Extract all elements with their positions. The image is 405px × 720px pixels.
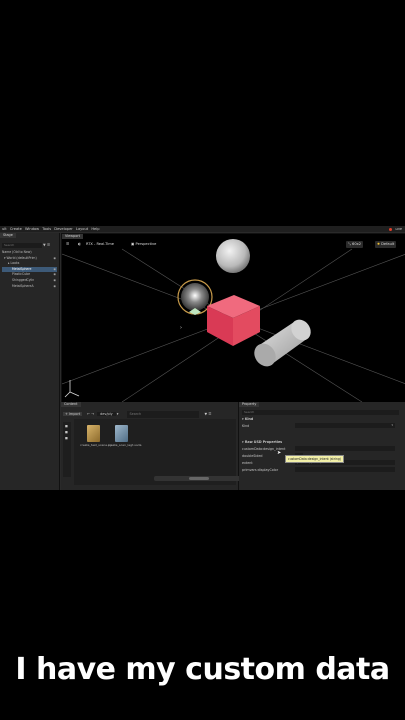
file-name: create_test_scene.py xyxy=(80,443,112,447)
content-sidebar: ■ ■ ■ xyxy=(63,422,71,477)
menu-icon[interactable]: ☰ xyxy=(208,412,211,416)
forward-icon[interactable]: → xyxy=(91,412,94,416)
stage-panel: Stage Search ▼ ☰ Name (Old to New) ▾ Wor… xyxy=(0,233,60,490)
eye-icon[interactable]: ◉ xyxy=(53,284,56,290)
sphere-object[interactable] xyxy=(216,239,250,273)
stage-filter-tools[interactable]: ▼ ☰ xyxy=(43,243,57,248)
menu-item-layout[interactable]: Layout xyxy=(76,227,88,231)
menu-item-create[interactable]: Create xyxy=(10,227,22,231)
cube-object[interactable] xyxy=(207,295,260,346)
path-field[interactable]: dev/ply xyxy=(97,412,116,416)
menu-item-ult[interactable]: ult xyxy=(2,227,7,231)
kind-label: Kind xyxy=(242,424,250,428)
tab-property[interactable]: Property xyxy=(239,402,260,407)
property-search-input[interactable]: Search xyxy=(242,410,399,415)
menu-item-tools[interactable]: Tools xyxy=(42,227,51,231)
filter-icon[interactable]: ▼ xyxy=(205,412,208,416)
tree-item-label: MetalSphere xyxy=(12,266,32,271)
custom-data-field[interactable] xyxy=(295,446,395,451)
property-label-double-sided: doubleSided xyxy=(242,454,263,458)
tree-item-label: PlasticCube xyxy=(12,272,30,277)
viewport-panel[interactable]: Viewport ☰ ◐ RTX - Real-Time ▣ Perspecti… xyxy=(61,233,405,403)
menu-bar: ult Create Window Tools Developer Layout… xyxy=(0,226,405,232)
kind-section-header[interactable]: ▾ Kind xyxy=(242,416,253,422)
import-label: Import xyxy=(68,412,81,416)
video-caption: I have my custom data xyxy=(15,652,390,687)
content-file-grid: create_test_scene.py create_scen_legt.us… xyxy=(74,419,244,485)
property-label-extent: extent xyxy=(242,461,253,465)
file-item-py[interactable]: create_test_scene.py xyxy=(80,425,112,448)
kind-section-label: Kind xyxy=(244,417,254,421)
sidebar-icon[interactable]: ■ xyxy=(65,424,69,428)
content-search-input[interactable]: Search xyxy=(127,411,200,418)
mouse-cursor-icon: ➤ xyxy=(277,450,282,456)
tree-header-label: Name (Old to New) xyxy=(2,250,32,254)
file-item-usd[interactable]: create_scen_legt.usda xyxy=(108,425,142,448)
menu-item-help[interactable]: Help xyxy=(91,227,99,231)
tab-content[interactable]: Content xyxy=(61,402,81,407)
tree-item-metalsphere-a[interactable]: MetalSphereA ◉ xyxy=(2,284,57,290)
live-label: LIVE xyxy=(395,227,402,231)
back-icon[interactable]: ← xyxy=(87,412,90,416)
chevron-down-icon: ▾ xyxy=(391,423,393,427)
file-name: create_scen_legt.usda xyxy=(108,443,142,447)
menu-item-window[interactable]: Window xyxy=(25,227,39,231)
content-scrollbar[interactable] xyxy=(154,476,244,481)
menu-icon[interactable]: ☰ xyxy=(47,243,50,247)
filter-icon[interactable]: ▼ xyxy=(43,243,46,247)
viewport-scene: › xyxy=(62,239,405,402)
property-panel: Property Search ▾ Kind Kind ▾ ▾ Raw USD … xyxy=(239,402,405,490)
scrollbar-thumb[interactable] xyxy=(189,477,209,480)
property-tooltip: customData:design_intent (string) xyxy=(285,455,345,463)
live-dot-icon xyxy=(389,227,393,231)
live-indicator[interactable]: LIVE xyxy=(389,227,402,231)
content-panel: Content + Import ← → dev/ply ▾ Search ▼ … xyxy=(61,402,244,490)
axis-gizmo xyxy=(64,380,80,398)
move-cursor-icon: › xyxy=(180,325,182,331)
metal-sphere-object[interactable] xyxy=(177,279,213,315)
python-file-icon xyxy=(86,425,100,442)
display-color-field[interactable] xyxy=(295,467,395,472)
import-button[interactable]: + Import xyxy=(63,412,83,416)
content-toolbar: + Import ← → dev/ply ▾ Search ▼ ☰ xyxy=(63,411,211,418)
chevron-down-icon[interactable]: ▾ xyxy=(117,412,119,416)
sidebar-icon[interactable]: ■ xyxy=(65,436,69,440)
property-label-display-color: primvars:displayColor xyxy=(242,468,279,472)
sidebar-icon[interactable]: ■ xyxy=(65,430,69,434)
menu-item-developer[interactable]: Developer xyxy=(54,227,72,231)
usd-file-icon xyxy=(114,425,128,442)
stage-search-input[interactable]: Search xyxy=(2,243,42,248)
tree-item-label: World (defaultPrim) xyxy=(6,255,37,260)
tree-item-label: ShinggedCylin xyxy=(12,277,35,282)
omniverse-app-window: ult Create Window Tools Developer Layout… xyxy=(0,226,405,490)
raw-usd-section-header[interactable]: ▾ Raw USD Properties xyxy=(242,439,282,445)
tree-item-label: MetalSphereA xyxy=(12,283,34,288)
raw-usd-section-label: Raw USD Properties xyxy=(244,440,283,444)
tree-item-label: Looks xyxy=(10,261,20,266)
kind-dropdown[interactable]: ▾ xyxy=(295,423,395,428)
stage-tree: Name (Old to New) ▾ World (defaultPrim) ◉… xyxy=(2,250,57,289)
tab-stage[interactable]: Stage xyxy=(0,233,16,238)
